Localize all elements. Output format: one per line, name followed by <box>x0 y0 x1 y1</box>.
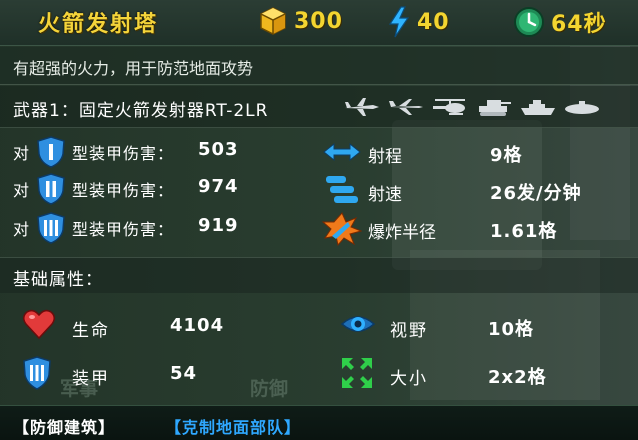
heart-icon <box>23 309 55 340</box>
damage-value: 919 <box>198 215 239 236</box>
weapon-stat-fire-rate: 射速 26发/分钟 <box>322 174 622 210</box>
damage-label: 型装甲伤害： <box>72 220 175 239</box>
attribute-vision: 视野 10格 <box>340 308 600 348</box>
explosion-icon <box>322 212 362 246</box>
weapon-stat-value: 1.61格 <box>490 221 558 242</box>
range-arrows-icon <box>323 142 361 162</box>
unit-title: 火箭发射塔 <box>38 12 159 37</box>
armor-class-2-shield-icon <box>37 173 65 205</box>
weapon-stat-label: 射程 <box>368 147 402 167</box>
weapon-stat-value: 26发/分钟 <box>490 183 582 204</box>
weapon-stat-blast-radius: 爆炸半径 1.61格 <box>322 212 622 248</box>
tag-counter-ground[interactable]: 【克制地面部队】 <box>165 414 301 438</box>
damage-value: 974 <box>198 176 239 197</box>
target-type-icons <box>343 96 601 118</box>
fire-rate-icon <box>326 176 358 203</box>
basic-attributes-header: 基础属性： <box>0 257 638 293</box>
weapon-stat-value: 9格 <box>490 145 523 166</box>
attribute-value: 4104 <box>170 315 225 336</box>
armor-shield-icon <box>23 356 51 390</box>
cost-value: 300 <box>294 8 343 34</box>
attribute-hp: 生命 4104 <box>22 308 262 348</box>
attribute-armor: 装甲 54 <box>22 356 262 396</box>
cost-stat: 300 <box>258 6 343 36</box>
damage-row-armor-1: 对 型装甲伤害： 503 <box>0 134 320 170</box>
lightning-icon <box>388 6 410 38</box>
fighter-plane-icon <box>345 98 379 116</box>
build-time-stat: 64秒 <box>513 6 607 38</box>
section-title: 基础属性： <box>13 270 103 290</box>
ship-icon <box>521 100 555 115</box>
attribute-size: 大小 2x2格 <box>340 356 600 396</box>
size-expand-icon <box>342 358 372 388</box>
attribute-label: 大小 <box>390 369 428 389</box>
clock-icon <box>514 7 544 37</box>
description-row: 有超强的火力，用于防范地面攻势 <box>0 47 638 85</box>
tank-icon <box>479 100 511 116</box>
weapon-label: 武器1：固定火箭发射器RT-2LR <box>13 101 269 121</box>
helicopter-icon <box>433 99 465 115</box>
attribute-label: 装甲 <box>72 369 110 389</box>
attribute-label: 生命 <box>72 321 110 341</box>
power-stat: 40 <box>387 6 450 38</box>
unit-header: 火箭发射塔 300 40 64秒 <box>0 0 638 46</box>
weapon-stat-label: 射速 <box>368 185 402 205</box>
cost-cube-icon <box>260 7 286 35</box>
damage-row-armor-3: 对 型装甲伤害： 919 <box>0 210 320 246</box>
damage-prefix: 对 <box>13 220 30 239</box>
jet-icon <box>389 99 423 115</box>
eye-icon <box>340 316 376 332</box>
armor-class-1-shield-icon <box>37 136 65 168</box>
attribute-value: 10格 <box>488 319 535 340</box>
damage-value: 503 <box>198 139 239 160</box>
submarine-icon <box>565 101 599 114</box>
attribute-value: 2x2格 <box>488 367 547 388</box>
armor-class-3-shield-icon <box>37 212 65 244</box>
unit-tags-bar: 【防御建筑】 【克制地面部队】 <box>0 405 638 440</box>
attribute-value: 54 <box>170 363 198 384</box>
weapon-stat-range: 射程 9格 <box>322 136 622 172</box>
weapon-stat-label: 爆炸半径 <box>368 223 436 243</box>
tag-defense-building[interactable]: 【防御建筑】 <box>13 414 115 438</box>
power-value: 40 <box>417 9 450 35</box>
weapon-row: 武器1：固定火箭发射器RT-2LR <box>0 86 638 128</box>
damage-label: 型装甲伤害： <box>72 144 175 163</box>
unit-description: 有超强的火力，用于防范地面攻势 <box>13 59 254 78</box>
damage-label: 型装甲伤害： <box>72 181 175 200</box>
attribute-label: 视野 <box>390 321 428 341</box>
damage-prefix: 对 <box>13 144 30 163</box>
build-time-value: 64秒 <box>551 12 607 37</box>
damage-row-armor-2: 对 型装甲伤害： 974 <box>0 171 320 207</box>
damage-prefix: 对 <box>13 181 30 200</box>
